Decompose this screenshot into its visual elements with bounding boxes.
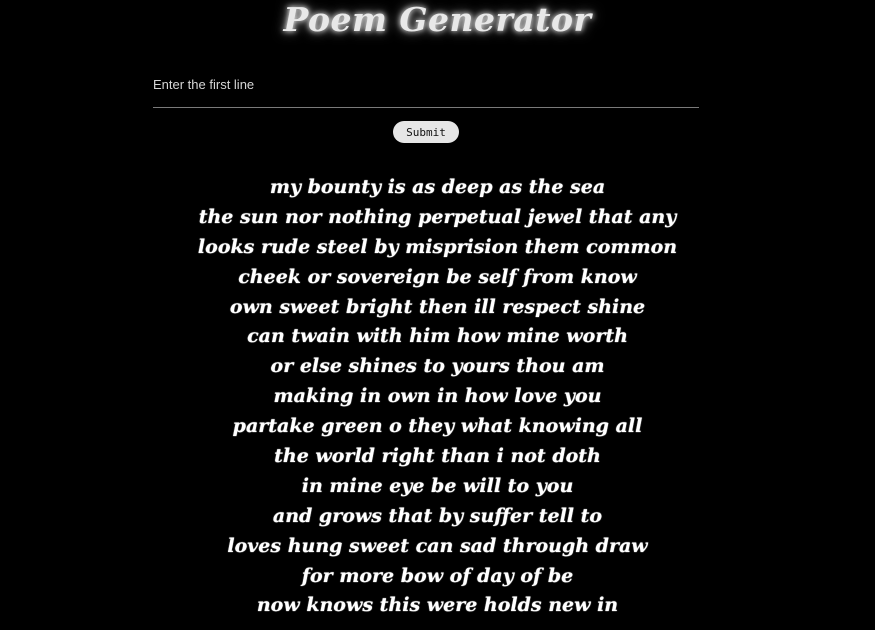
poem-line: in mine eye be will to you xyxy=(301,474,574,497)
poem-line: looks rude steel by misprision them comm… xyxy=(197,235,678,258)
poem-output: my bounty is as deep as the sea the sun … xyxy=(0,173,875,621)
poem-line: own sweet bright then ill respect shine xyxy=(229,295,646,318)
poem-line: can twain with him how mine worth xyxy=(247,325,628,348)
poem-line: making in own in how love you xyxy=(273,385,602,408)
poem-line: loves hung sweet can sad through draw xyxy=(227,534,648,557)
first-line-field[interactable] xyxy=(153,70,699,108)
poem-line: the world right than i not doth xyxy=(274,445,601,468)
poem-line: my bounty is as deep as the sea xyxy=(269,176,606,198)
poem-line: the sun nor nothing perpetual jewel that… xyxy=(198,205,677,228)
poem-line: or else shines to yours thou am xyxy=(270,355,605,378)
poem-line: cheek or sovereign be self from know xyxy=(238,265,637,288)
poem-line: for more bow of day of be xyxy=(301,564,574,587)
poem-line: and grows that by suffer tell to xyxy=(272,504,603,527)
first-line-input[interactable] xyxy=(153,70,699,98)
submit-button[interactable]: Submit xyxy=(393,121,459,143)
poem-line: now knows this were holds new in xyxy=(256,594,619,617)
page-title: Poem Generator xyxy=(283,0,592,39)
poem-line: partake green o they what knowing all xyxy=(232,415,643,438)
